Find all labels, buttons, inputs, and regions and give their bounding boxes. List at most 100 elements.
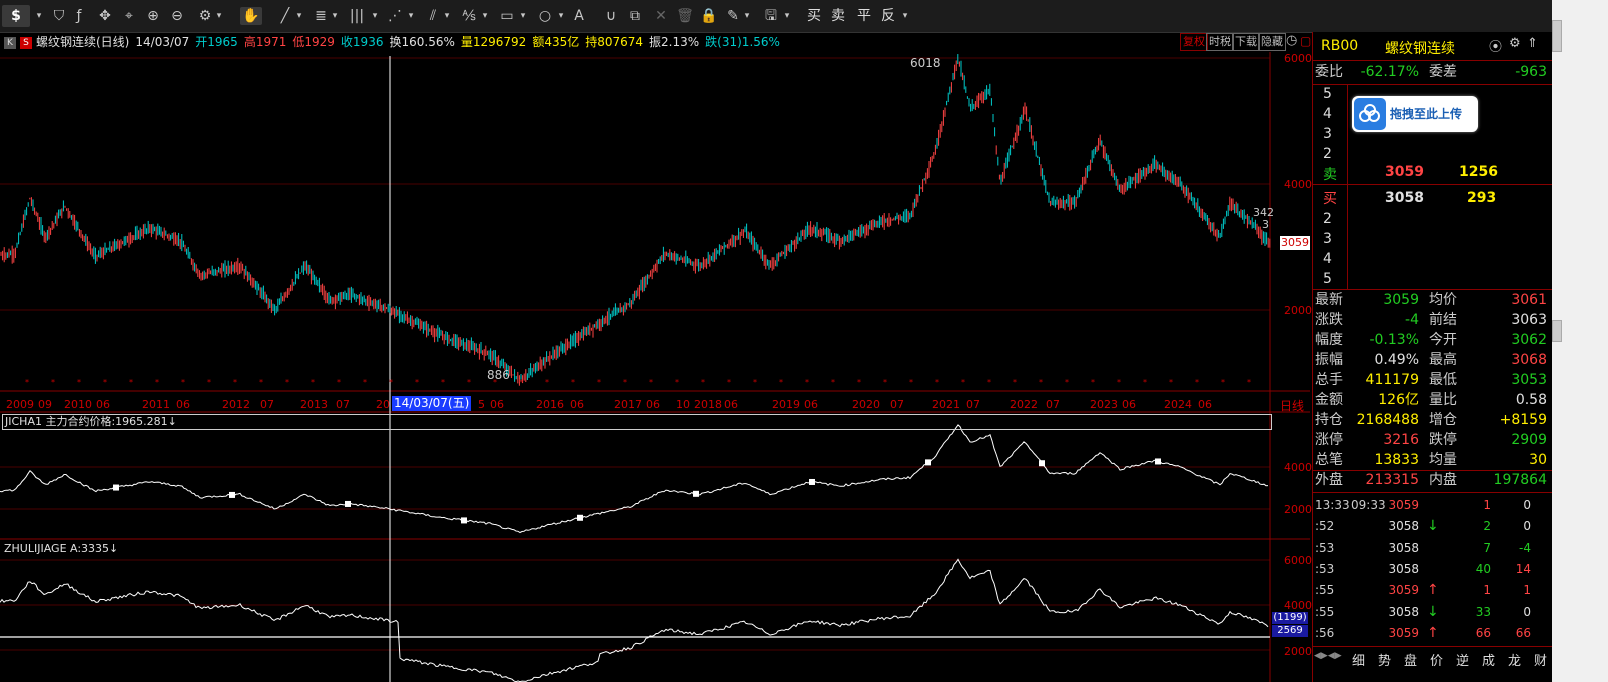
outer-label: 外盘 [1315,472,1343,488]
channel-tool-icon[interactable]: ≣ [312,7,330,25]
stats-row: 金额 126亿 量比 0.58 [1313,390,1549,410]
zoom-out-icon[interactable]: ⊖ [168,7,186,25]
collapse-icon[interactable]: ⇑ [1527,36,1538,51]
chevron-down-icon[interactable]: ▾ [214,7,224,25]
panel-tab[interactable]: 财 [1534,650,1547,669]
panel-tab[interactable]: 成 [1482,650,1495,669]
reverse-button[interactable]: 反 [880,7,896,25]
tick-row[interactable]: 13:33 09:33 3059 1 0 [1313,495,1549,515]
panel-code: RB00 [1321,38,1359,54]
event-marker: * [1195,378,1199,387]
stats-row: 幅度 -0.13% 今开 3062 [1313,330,1549,350]
function-icon[interactable]: ƒ [70,7,88,25]
panel-tab[interactable]: 势 [1378,650,1391,669]
price-tick: 4000 [1284,461,1312,474]
tick-row[interactable]: :53 3058 7 -4 [1313,538,1549,558]
tick-price: 3059 [1388,583,1419,598]
buy-level: 4 [1323,251,1332,267]
tick-row[interactable]: :52 3058 ↓ 2 0 [1313,516,1549,536]
event-marker: * [909,378,913,387]
tick-volume: 7 [1483,540,1491,555]
gear-icon[interactable]: ⚙ [196,7,214,25]
zoom-in-icon[interactable]: ⊕ [144,7,162,25]
hand-icon[interactable]: ✋ [240,7,262,25]
indicator1-label[interactable]: JICHA1 主力合约价格:1965.281↓ [2,414,1272,430]
sell-button[interactable]: 卖 [830,7,846,25]
tick-row[interactable]: :56 3059 ↑ 66 66 [1313,623,1549,643]
brush-icon[interactable]: ✎ [724,7,742,25]
parallel-tool-icon[interactable]: ⫽ [424,7,442,25]
indicator1-marker [577,514,583,521]
chevron-down-icon[interactable]: ▾ [742,7,752,25]
panel-tab[interactable]: 盘 [1404,650,1417,669]
lock-icon[interactable]: 🔒 [700,7,718,25]
event-marker: * [987,378,991,387]
chevron-down-icon[interactable]: ▾ [406,7,416,25]
amplitude-value: 振2.13% [649,35,700,49]
close-position-button[interactable]: 平 [856,7,872,25]
chevron-down-icon[interactable]: ▾ [518,7,528,25]
chevron-down-icon[interactable]: ▾ [900,7,910,25]
stat-label: 均量 [1429,452,1457,468]
trash-icon[interactable]: 🗑 [676,7,694,25]
hide-tag[interactable]: 隐藏 [1258,33,1286,51]
text-tool-icon[interactable]: A [570,7,588,25]
filter-icon[interactable]: ⛉ [50,7,68,25]
chevron-down-icon[interactable]: ▾ [370,7,380,25]
chevron-down-icon[interactable]: ▾ [294,7,304,25]
upload-widget[interactable]: 拖拽至此上传 [1352,96,1478,132]
tick-row[interactable]: :55 3059 ↑ 1 1 [1313,580,1549,600]
chevron-down-icon[interactable]: ▾ [34,7,44,25]
date-tick: 2016 [536,398,564,411]
kline-chart[interactable]: * * * * * * * * * * * * * * * * * * * * * * * * * * * * * * * * * * * * * * * *… [0,52,1310,682]
rectangle-tool-icon[interactable]: ▭ [498,7,516,25]
right-edge-label: 3 [1262,218,1269,231]
hold-value: 持807674 [585,35,644,49]
window-scrollbar[interactable] [1552,0,1608,682]
event-marker: * [337,378,341,387]
copy-icon[interactable]: ⧉ [626,7,644,25]
indicator1-marker [1155,458,1161,465]
target-icon[interactable]: ⦿ [1489,36,1502,55]
download-tag[interactable]: 下载 [1232,33,1260,51]
panel-tab[interactable]: 龙 [1508,650,1521,669]
chevron-down-icon[interactable]: ▾ [556,7,566,25]
crosshair-icon[interactable]: ⌖ [120,7,138,25]
sell1-label: 卖 [1323,167,1337,183]
chevron-down-icon[interactable]: ▾ [442,7,452,25]
settings-icon[interactable]: ⚙ [1509,36,1521,51]
time-tax-tag[interactable]: 时税 [1206,33,1234,51]
scroll-handle[interactable] [1552,320,1562,342]
panel-tab[interactable]: 价 [1430,650,1443,669]
indicator2-label[interactable]: ZHULIJIAGE A:3335↓ [4,542,118,555]
period-tag[interactable]: 日线 [1280,397,1304,414]
quote-info-line: K S 螺纹钢连续(日线) 14/03/07 开1965 高1971 低1929 收1936 换… [0,32,1310,52]
close-icon[interactable]: ✕ [652,7,670,25]
tick-row[interactable]: :53 3058 40 14 [1313,559,1549,579]
line-tool-icon[interactable]: ╱ [276,7,294,25]
fibonacci-icon[interactable]: ⅍ [460,7,478,25]
tick-row[interactable]: :55 3058 ↓ 33 0 [1313,602,1549,622]
date-tick: 5 [478,398,485,411]
tab-scroll-arrows[interactable]: ◀▶◀▶ [1314,651,1344,661]
scroll-handle[interactable] [1552,20,1562,52]
move-icon[interactable]: ✥ [96,7,114,25]
adjust-tag[interactable]: 复权 [1180,33,1208,51]
date-tick: 2023 [1090,398,1118,411]
chevron-down-icon[interactable]: ▾ [330,7,340,25]
restore-icon[interactable]: ▢ [1300,33,1312,49]
magnet-icon[interactable]: ∪ [602,7,620,25]
chevron-down-icon[interactable]: ▾ [782,7,792,25]
chevron-down-icon[interactable]: ▾ [480,7,490,25]
vertical-lines-icon[interactable]: ||| [346,7,368,25]
buy-button[interactable]: 买 [806,7,822,25]
circle-tool-icon[interactable]: ○ [536,7,554,25]
tick-arrow-icon: ↓ [1427,603,1439,620]
date-tick: 2019 [772,398,800,411]
save-icon[interactable]: 🖫 [762,7,780,25]
fan-tool-icon[interactable]: ⋰ [386,7,404,25]
tick-time: :55 [1315,583,1335,598]
panel-tab[interactable]: 细 [1352,650,1365,669]
panel-tab[interactable]: 逆 [1456,650,1469,669]
currency-button[interactable]: $ [2,5,30,27]
